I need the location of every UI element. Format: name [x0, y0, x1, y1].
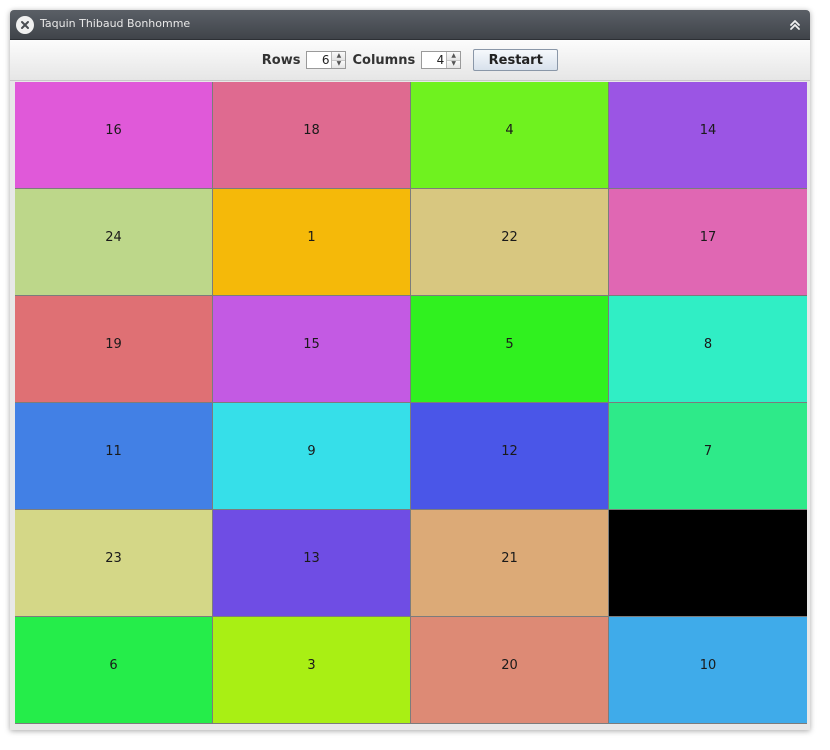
tile-label: 3	[307, 658, 316, 673]
puzzle-tile[interactable]: 24	[15, 189, 213, 296]
puzzle-tile[interactable]: 11	[15, 403, 213, 510]
puzzle-tile[interactable]: 13	[213, 510, 411, 617]
puzzle-tile[interactable]: 9	[213, 403, 411, 510]
columns-increment-icon[interactable]: ▲	[447, 52, 461, 60]
puzzle-tile[interactable]: 16	[15, 82, 213, 189]
tile-label: 5	[505, 337, 514, 352]
puzzle-tile[interactable]: 23	[15, 510, 213, 617]
puzzle-tile[interactable]: 6	[15, 617, 213, 724]
app-window: Taquin Thibaud Bonhomme Rows 6 ▲ ▼ Colum…	[10, 10, 810, 730]
puzzle-tile[interactable]: 19	[15, 296, 213, 403]
rows-spinner[interactable]: 6 ▲ ▼	[306, 51, 347, 69]
puzzle-tile[interactable]: 14	[609, 82, 807, 189]
tile-label: 19	[105, 337, 122, 352]
puzzle-tile[interactable]: 7	[609, 403, 807, 510]
tile-label: 24	[105, 230, 122, 245]
rows-decrement-icon[interactable]: ▼	[332, 59, 346, 68]
puzzle-tile[interactable]: 8	[609, 296, 807, 403]
puzzle-tile[interactable]: 15	[213, 296, 411, 403]
tile-label: 13	[303, 551, 320, 566]
chevron-double-up-icon[interactable]	[788, 17, 802, 31]
rows-value[interactable]: 6	[307, 52, 331, 68]
tile-label: 7	[703, 444, 713, 459]
puzzle-tile[interactable]: 4	[411, 82, 609, 189]
puzzle-tile[interactable]: 18	[213, 82, 411, 189]
rows-label: Rows	[261, 52, 301, 68]
columns-label: Columns	[352, 52, 416, 68]
title-bar[interactable]: Taquin Thibaud Bonhomme	[10, 10, 810, 40]
puzzle-board: 16 18 4 14 24 1 22 17 19 15 5 8 11 9 12 7 23 13 21 6 3 20 10	[15, 82, 807, 724]
tile-label: 14	[699, 123, 717, 138]
tile-label: 10	[699, 658, 717, 673]
tile-label: 21	[501, 551, 518, 566]
tile-label: 11	[105, 444, 122, 459]
tile-label: 8	[703, 337, 713, 352]
tile-label: 6	[109, 658, 118, 673]
columns-value[interactable]: 4	[422, 52, 446, 68]
columns-decrement-icon[interactable]: ▼	[447, 59, 461, 68]
tile-label: 20	[501, 658, 518, 673]
puzzle-tile[interactable]: 3	[213, 617, 411, 724]
rows-increment-icon[interactable]: ▲	[332, 52, 346, 60]
puzzle-tile[interactable]: 21	[411, 510, 609, 617]
restart-button[interactable]: Restart	[473, 49, 559, 71]
tile-label: 18	[303, 123, 320, 138]
puzzle-tile[interactable]: 20	[411, 617, 609, 724]
puzzle-tile[interactable]: 10	[609, 617, 807, 724]
tile-label: 15	[303, 337, 320, 352]
empty-tile[interactable]	[609, 510, 807, 617]
toolbar: Rows 6 ▲ ▼ Columns 4 ▲ ▼ Restart	[10, 40, 810, 81]
window-title: Taquin Thibaud Bonhomme	[40, 17, 191, 30]
tile-label: 9	[307, 444, 316, 459]
tile-label: 17	[699, 230, 717, 245]
tile-label: 16	[105, 123, 122, 138]
puzzle-tile[interactable]: 5	[411, 296, 609, 403]
tile-label: 12	[501, 444, 518, 459]
puzzle-tile[interactable]: 1	[213, 189, 411, 296]
tile-label: 4	[505, 123, 514, 138]
tile-label: 23	[105, 551, 122, 566]
tile-label: 22	[501, 230, 518, 245]
puzzle-tile[interactable]: 17	[609, 189, 807, 296]
columns-spinner[interactable]: 4 ▲ ▼	[421, 51, 462, 69]
close-icon[interactable]	[16, 16, 34, 34]
puzzle-tile[interactable]: 12	[411, 403, 609, 510]
tile-label: 1	[307, 230, 316, 245]
puzzle-tile[interactable]: 22	[411, 189, 609, 296]
